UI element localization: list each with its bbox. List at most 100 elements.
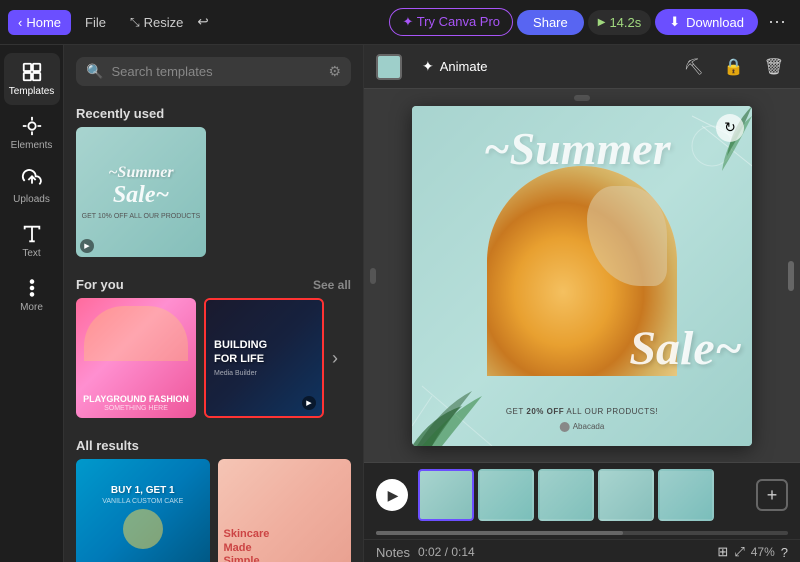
leaf-bottom-left: [412, 356, 502, 446]
help-button[interactable]: ?: [781, 545, 788, 560]
more-options-button[interactable]: ⋯: [762, 7, 792, 38]
timeline-thumb-5[interactable]: [658, 469, 714, 521]
search-bar-container: 🔍 ⚙: [76, 57, 351, 86]
template-summer-sale-recent[interactable]: ~Summer Sale~ GET 10% OFF ALL OUR PRODUC…: [76, 127, 206, 257]
share-label: Share: [533, 15, 568, 30]
undo-button[interactable]: ↩: [197, 14, 208, 30]
sidebar-item-elements[interactable]: Elements: [4, 107, 60, 159]
filter-icon[interactable]: ⚙: [328, 63, 341, 80]
sidebar-item-uploads[interactable]: Uploads: [4, 161, 60, 213]
elements-label: Elements: [11, 140, 53, 151]
notes-button[interactable]: Notes: [376, 545, 410, 560]
main-area: Templates Elements Uploads Text: [0, 45, 800, 562]
home-button[interactable]: ‹ Home: [8, 10, 71, 35]
timeline-thumb-4[interactable]: [598, 469, 654, 521]
template-buy-get[interactable]: BUY 1, GET 1 VANILLA CUSTOM CAKE: [76, 459, 210, 562]
sidebar-item-more[interactable]: More: [4, 269, 60, 321]
templates-label: Templates: [9, 86, 55, 97]
play-icon-building: ▶: [302, 396, 316, 410]
sidebar-icons: Templates Elements Uploads Text: [0, 45, 64, 562]
play-button[interactable]: ▶: [376, 479, 408, 511]
animate-label: Animate: [440, 59, 488, 74]
elements-icon: [21, 115, 43, 137]
more-icon: ⋯: [768, 12, 786, 32]
play-icon-recent: ▶: [80, 239, 94, 253]
refresh-canvas-button[interactable]: ↻: [716, 114, 744, 142]
zoom-percentage: 47%: [751, 545, 775, 559]
template-skincare[interactable]: SkincareMadeSimple: [218, 459, 352, 562]
for-you-label: For you: [76, 277, 124, 292]
timeline-scrollbar-thumb[interactable]: [376, 531, 623, 535]
trash-icon: 🗑: [764, 59, 784, 76]
all-results-grid: BUY 1, GET 1 VANILLA CUSTOM CAKE Skincar…: [64, 459, 363, 562]
notes-label: Notes: [376, 545, 410, 560]
timeline-thumb-2[interactable]: [478, 469, 534, 521]
sale-text: Sale~: [629, 321, 742, 376]
summer-background: ~Summer Sale~: [412, 106, 752, 446]
file-button[interactable]: File: [75, 10, 116, 35]
animate-icon: ✦: [422, 58, 434, 75]
recently-used-label: Recently used: [76, 106, 164, 121]
uploads-label: Uploads: [13, 194, 50, 205]
color-swatch[interactable]: [376, 54, 402, 80]
sidebar-item-text[interactable]: Text: [4, 215, 60, 267]
file-label: File: [85, 15, 106, 30]
for-you-section-title: For you See all: [64, 269, 363, 298]
settings-icon-btn[interactable]: ⛏: [679, 53, 707, 81]
scroll-top-handle[interactable]: [574, 95, 590, 101]
delete-button[interactable]: 🗑: [760, 53, 788, 81]
home-icon: ‹: [18, 15, 22, 30]
settings-icon: ⛏: [683, 59, 703, 76]
scroll-left-handle[interactable]: [370, 268, 376, 284]
sidebar-item-templates[interactable]: Templates: [4, 53, 60, 105]
text-label: Text: [22, 248, 40, 259]
recently-used-section-title: Recently used: [64, 98, 363, 127]
lock-icon: 🔒: [724, 59, 744, 76]
timer-button[interactable]: ▶ 14.2s: [588, 10, 652, 35]
search-input[interactable]: [111, 64, 320, 79]
uploads-icon: [21, 169, 43, 191]
resize-label: Resize: [144, 15, 184, 30]
share-button[interactable]: Share: [517, 10, 584, 35]
scroll-right-handle[interactable]: [788, 261, 794, 291]
see-all-button[interactable]: See all: [313, 278, 351, 292]
canvas-section: ✦ Animate ⛏ 🔒 🗑: [364, 45, 800, 562]
lock-button[interactable]: 🔒: [720, 53, 748, 81]
timeline-controls: ▶ +: [364, 463, 800, 527]
canva-pro-label: ✦ Try Canva Pro: [402, 14, 500, 29]
search-icon: 🔍: [86, 63, 103, 80]
timeline-scrollbar[interactable]: [376, 531, 788, 535]
canvas-toolbar: ✦ Animate ⛏ 🔒 🗑: [364, 45, 800, 89]
download-button[interactable]: ⬇ Download: [655, 9, 758, 35]
animate-button[interactable]: ✦ Animate: [414, 54, 495, 79]
add-icon: +: [767, 485, 778, 506]
fullscreen-icon-btn[interactable]: ⊞: [717, 544, 728, 560]
template-building-for-life[interactable]: BUILDINGFOR LIFE Media Builder ▶: [204, 298, 324, 418]
resize-icon: ⤡: [130, 15, 140, 30]
template-playground-fashion[interactable]: playground fashion SOMETHING HERE: [76, 298, 196, 418]
timeline-thumb-3[interactable]: [538, 469, 594, 521]
brand-text: Abacada: [560, 422, 605, 432]
topbar: ‹ Home File ⤡ Resize ↩ ✦ Try Canva Pro S…: [0, 0, 800, 45]
play-triangle-icon: ▶: [388, 487, 399, 504]
resize-button[interactable]: ⤡ Resize: [120, 10, 193, 35]
time-display: 0:02 / 0:14: [418, 545, 475, 559]
add-scene-button[interactable]: +: [756, 479, 788, 511]
for-you-next-arrow[interactable]: ›: [332, 348, 338, 369]
timer-label: 14.2s: [609, 15, 641, 30]
more-label: More: [20, 302, 43, 313]
offer-text: GET 20% OFF ALL OUR PRODUCTS!: [506, 407, 658, 416]
templates-icon: [21, 61, 43, 83]
recently-used-grid: ~Summer Sale~ GET 10% OFF ALL OUR PRODUC…: [64, 127, 363, 269]
timeline-thumbnails: [418, 469, 746, 521]
zoom-fit-button[interactable]: ⤢: [734, 544, 744, 560]
brand-icon: [560, 422, 570, 432]
timeline-thumb-1[interactable]: [418, 469, 474, 521]
zoom-controls: ⊞ ⤢ 47% ?: [717, 544, 788, 560]
timeline-footer: Notes 0:02 / 0:14 ⊞ ⤢ 47% ?: [364, 539, 800, 562]
try-canva-pro-button[interactable]: ✦ Try Canva Pro: [389, 8, 513, 36]
templates-panel: 🔍 ⚙ Recently used ~Summer Sale~ GET 10% …: [64, 45, 364, 562]
play-icon-small: ▶: [598, 17, 606, 28]
download-label: Download: [686, 15, 744, 30]
all-results-label: All results: [76, 438, 139, 453]
